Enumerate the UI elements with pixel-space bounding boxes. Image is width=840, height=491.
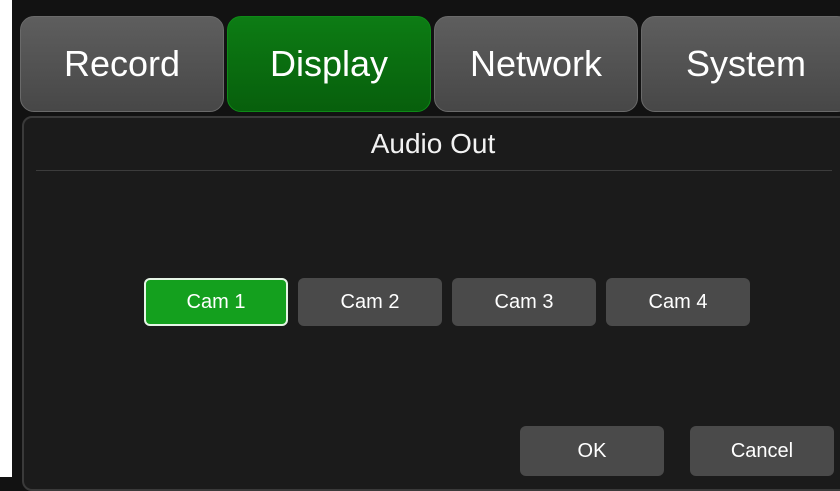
panel-title: Audio Out xyxy=(370,128,496,159)
tab-system[interactable]: System xyxy=(641,16,840,112)
tab-record[interactable]: Record xyxy=(20,16,224,112)
left-edge-strip xyxy=(0,0,12,477)
top-tab-bar: Record Display Network System xyxy=(20,16,840,112)
cam-1-button[interactable]: Cam 1 xyxy=(144,278,288,326)
audio-out-panel: Audio Out Cam 1 Cam 2 Cam 3 Cam 4 OK Can… xyxy=(22,116,840,491)
cancel-button[interactable]: Cancel xyxy=(690,426,834,476)
ok-button[interactable]: OK xyxy=(520,426,664,476)
title-divider xyxy=(36,170,832,171)
cam-3-button[interactable]: Cam 3 xyxy=(452,278,596,326)
tab-display[interactable]: Display xyxy=(227,16,431,112)
tab-network[interactable]: Network xyxy=(434,16,638,112)
cam-4-button[interactable]: Cam 4 xyxy=(606,278,750,326)
cam-2-button[interactable]: Cam 2 xyxy=(298,278,442,326)
